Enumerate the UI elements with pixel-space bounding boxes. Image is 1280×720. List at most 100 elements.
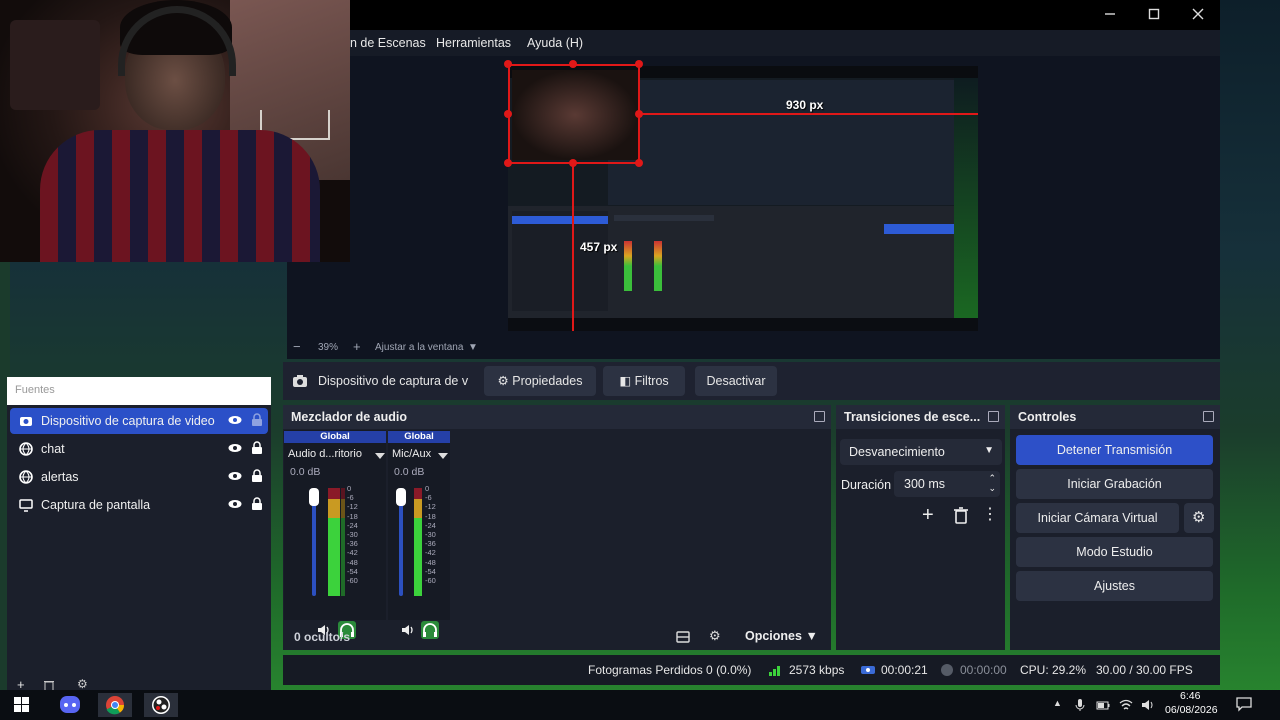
resize-handle[interactable]: [569, 60, 577, 68]
deactivate-button[interactable]: Desactivar: [695, 366, 777, 396]
menu-tools[interactable]: Herramientas: [436, 36, 511, 50]
volume-fader-handle[interactable]: [396, 488, 406, 506]
lock-icon[interactable]: [250, 441, 264, 455]
filter-icon: ◧: [619, 374, 632, 388]
mixer-title: Mezclador de audio: [283, 405, 831, 429]
resize-handle[interactable]: [504, 60, 512, 68]
fit-to-window-label[interactable]: Ajustar a la ventana: [375, 342, 463, 353]
transition-select[interactable]: Desvanecimiento ▼: [840, 439, 1002, 465]
studio-mode-button[interactable]: Modo Estudio: [1016, 537, 1213, 567]
close-button[interactable]: [1178, 4, 1218, 26]
clock-time[interactable]: 6:46: [1180, 690, 1200, 702]
resize-handle[interactable]: [569, 159, 577, 167]
gear-icon[interactable]: ⚙: [77, 677, 88, 691]
monitor-headphones-button[interactable]: [421, 621, 439, 639]
selected-source-name: Dispositivo de captura de v: [318, 374, 469, 388]
source-item-screen-capture[interactable]: Captura de pantalla: [10, 492, 268, 518]
webcam-overlay: [0, 0, 350, 262]
zoom-out-icon[interactable]: −: [293, 339, 301, 354]
chevron-down-icon[interactable]: [375, 453, 385, 459]
visibility-eye-icon[interactable]: [228, 469, 242, 483]
resize-handle[interactable]: [504, 110, 512, 118]
spin-arrows-icon[interactable]: ⌃ ⌄: [988, 473, 996, 493]
lock-icon[interactable]: [250, 497, 264, 511]
advanced-audio-gear-icon[interactable]: ⚙: [709, 628, 723, 643]
lock-icon[interactable]: [250, 469, 264, 483]
source-item-chat[interactable]: chat: [10, 436, 268, 462]
visibility-eye-icon[interactable]: [228, 441, 242, 455]
channel-name[interactable]: Mic/Aux: [392, 448, 431, 460]
add-transition-icon[interactable]: +: [922, 505, 942, 525]
zoom-dropdown-icon[interactable]: ▼: [468, 342, 478, 353]
title-bar: [350, 0, 1220, 30]
lock-icon[interactable]: [250, 413, 264, 427]
channel-volume-db: 0.0 dB: [290, 466, 321, 478]
notifications-icon[interactable]: [1236, 696, 1252, 712]
undock-icon[interactable]: [1203, 411, 1214, 422]
undock-icon[interactable]: [988, 411, 999, 422]
bitrate-status: 2573 kbps: [789, 663, 845, 677]
source-item-video-capture[interactable]: Dispositivo de captura de video: [10, 408, 268, 434]
more-options-icon[interactable]: ⋮: [982, 505, 1002, 525]
minimize-icon: [1105, 13, 1115, 15]
wifi-icon[interactable]: [1119, 698, 1133, 712]
mixer-options-button[interactable]: Opciones ▼: [745, 629, 818, 643]
hidden-sources-count: 0 oculto/s: [294, 630, 351, 644]
start-virtual-camera-button[interactable]: Iniciar Cámara Virtual: [1016, 503, 1179, 533]
zoom-in-icon[interactable]: +: [353, 339, 361, 354]
clock-date[interactable]: 06/08/2026: [1165, 704, 1218, 716]
gear-icon: ⚙: [497, 374, 509, 388]
filters-button[interactable]: ◧ Filtros: [603, 366, 685, 396]
settings-button[interactable]: Ajustes: [1016, 571, 1213, 601]
chrome-icon[interactable]: [98, 693, 132, 717]
chevron-down-icon[interactable]: [438, 453, 448, 459]
menu-scene-collection[interactable]: n de Escenas: [350, 36, 426, 50]
volume-meter: [414, 488, 422, 596]
mixer-title-text: Mezclador de audio: [291, 410, 407, 424]
discord-icon[interactable]: [53, 693, 87, 717]
volume-fader-handle[interactable]: [309, 488, 319, 506]
trash-icon[interactable]: [951, 505, 971, 525]
start-recording-button[interactable]: Iniciar Grabación: [1016, 469, 1213, 499]
meter-scale: 0 -6 -12 -18 -24 -30 -36 -42 -48 -54 -60: [425, 484, 436, 586]
layout-toggle-icon[interactable]: [676, 630, 690, 644]
mixer-channel-desktop: Global Audio d...ritorio 0.0 dB 0 -6 -12 -1…: [284, 430, 386, 639]
volume-icon[interactable]: [1141, 698, 1155, 712]
visibility-eye-icon[interactable]: [228, 413, 242, 427]
resize-handle[interactable]: [635, 60, 643, 68]
obs-app-icon[interactable]: [144, 693, 178, 717]
channel-name[interactable]: Audio d...ritorio: [288, 448, 362, 460]
battery-icon[interactable]: [1096, 698, 1110, 712]
windows-start-icon[interactable]: [4, 693, 38, 717]
monitor-icon: [19, 499, 33, 512]
sources-search-field[interactable]: Fuentes: [7, 377, 271, 405]
source-item-alerts[interactable]: alertas: [10, 464, 268, 490]
controls-title: Controles: [1010, 405, 1220, 429]
mixer-channel-mic: Global Mic/Aux 0.0 dB 0 -6 -12 -18 -24 -30 -36…: [388, 430, 450, 639]
undock-icon[interactable]: [814, 411, 825, 422]
minimize-button[interactable]: [1090, 4, 1130, 26]
dropped-frames-status: Fotogramas Perdidos 0 (0.0%): [588, 663, 752, 677]
virtual-camera-settings-button[interactable]: ⚙: [1184, 503, 1214, 533]
menu-help[interactable]: Ayuda (H): [527, 36, 583, 50]
transitions-panel: Transiciones de esce... Desvanecimiento …: [836, 405, 1005, 650]
speaker-icon[interactable]: [401, 623, 415, 637]
camera-icon: [293, 375, 307, 387]
resize-handle[interactable]: [635, 159, 643, 167]
tray-expand-icon[interactable]: ▲: [1053, 698, 1067, 712]
visibility-eye-icon[interactable]: [228, 497, 242, 511]
filters-label: Filtros: [634, 374, 669, 388]
stop-stream-button[interactable]: Detener Transmisión: [1016, 435, 1213, 465]
close-icon: [1192, 8, 1204, 20]
resize-handle[interactable]: [635, 110, 643, 118]
properties-button[interactable]: ⚙ Propiedades: [484, 366, 596, 396]
resize-handle[interactable]: [504, 159, 512, 167]
menu-bar: n de Escenas Herramientas Ayuda (H): [350, 30, 1220, 56]
volume-meter: [328, 488, 340, 596]
source-label: Dispositivo de captura de video: [41, 414, 215, 428]
duration-spinbox[interactable]: 300 ms ⌃ ⌄: [894, 471, 1000, 497]
selection-box[interactable]: [508, 64, 640, 164]
status-bar: Fotogramas Perdidos 0 (0.0%) 2573 kbps 0…: [283, 655, 1220, 685]
maximize-button[interactable]: [1134, 4, 1174, 26]
microphone-icon[interactable]: [1073, 698, 1087, 712]
